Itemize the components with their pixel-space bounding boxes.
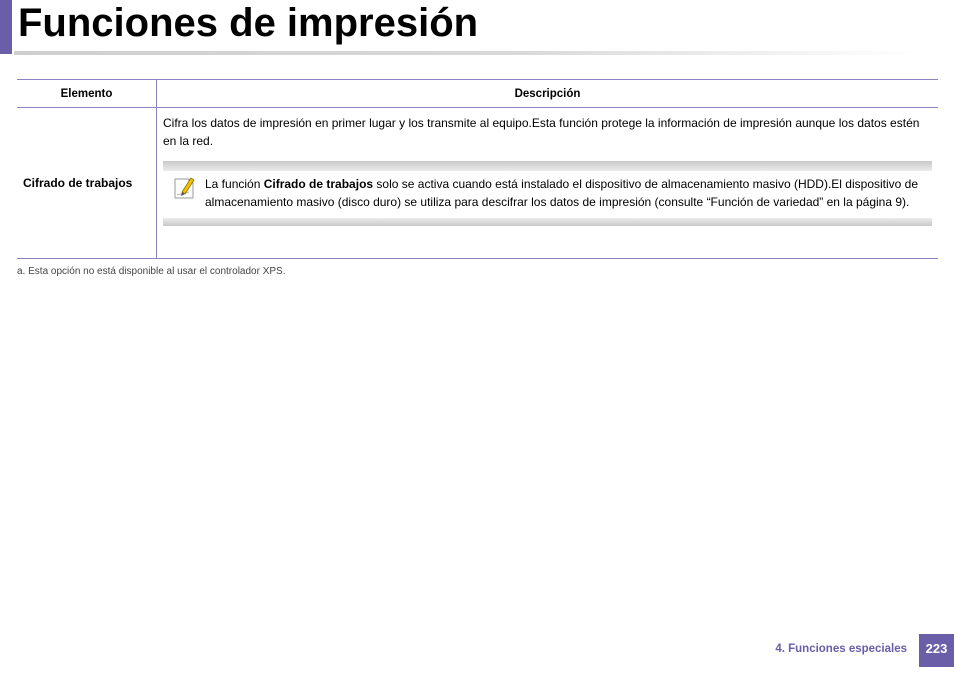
page-title: Funciones de impresión <box>18 1 479 45</box>
note-bar-bottom <box>163 218 932 226</box>
table-header-row: Elemento Descripción <box>17 79 938 108</box>
note-box: La función Cifrado de trabajos solo se a… <box>163 161 932 226</box>
note-prefix: La función <box>205 177 264 191</box>
title-side-bar <box>0 0 12 54</box>
table-row: Cifrado de trabajos Cifra los datos de i… <box>17 107 938 259</box>
header-description: Descripción <box>156 79 938 108</box>
page-number: 223 <box>919 634 954 667</box>
element-cell: Cifrado de trabajos <box>17 107 157 259</box>
note-text: La función Cifrado de trabajos solo se a… <box>205 175 924 211</box>
description-text: Cifra los datos de impresión en primer l… <box>163 116 920 148</box>
header-element: Elemento <box>17 79 157 108</box>
description-cell: Cifra los datos de impresión en primer l… <box>156 107 938 259</box>
title-rule <box>14 51 919 55</box>
note-bar-top <box>163 161 932 171</box>
spec-table: Elemento Descripción Cifrado de trabajos… <box>17 79 938 259</box>
footnote: a. Esta opción no está disponible al usa… <box>17 266 286 277</box>
note-bold-term: Cifrado de trabajos <box>263 177 374 191</box>
note-body: La función Cifrado de trabajos solo se a… <box>163 171 932 218</box>
footer-section-link[interactable]: 4. Funciones especiales <box>775 643 907 655</box>
note-pencil-icon <box>171 174 199 202</box>
